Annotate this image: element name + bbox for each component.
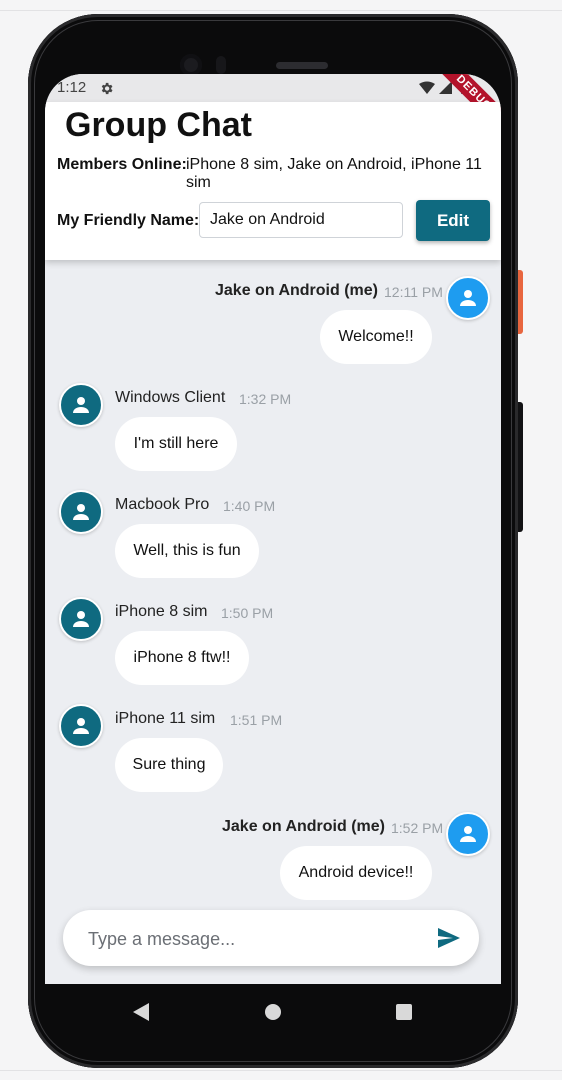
message-item: iPhone 11 sim 1:51 PM Sure thing bbox=[45, 704, 501, 804]
edit-button[interactable]: Edit bbox=[416, 200, 490, 241]
message-sender: iPhone 8 sim bbox=[115, 603, 208, 620]
person-icon bbox=[460, 290, 476, 306]
message-sender: Jake on Android (me) bbox=[215, 282, 378, 299]
person-icon bbox=[73, 718, 89, 734]
proximity-sensor bbox=[216, 56, 226, 74]
page-divider-top bbox=[0, 10, 562, 11]
message-time: 1:32 PM bbox=[239, 391, 292, 407]
message-item: iPhone 8 sim 1:50 PM iPhone 8 ftw!! bbox=[45, 597, 501, 697]
earpiece-speaker bbox=[276, 62, 328, 69]
message-bubble: iPhone 8 ftw!! bbox=[115, 631, 249, 685]
message-time: 1:50 PM bbox=[221, 605, 274, 621]
message-item: Windows Client 1:32 PM I'm still here bbox=[45, 383, 501, 483]
message-item: Jake on Android (me) 12:11 PM Welcome!! bbox=[45, 276, 501, 376]
message-item: Macbook Pro 1:40 PM Well, this is fun bbox=[45, 490, 501, 590]
person-icon bbox=[460, 826, 476, 842]
message-bubble: Welcome!! bbox=[320, 310, 432, 364]
recents-icon[interactable] bbox=[396, 1004, 412, 1020]
page-title: Group Chat bbox=[65, 106, 252, 144]
front-camera bbox=[180, 54, 202, 76]
avatar bbox=[59, 490, 103, 534]
members-online-value: iPhone 8 sim, Jake on Android, iPhone 11… bbox=[186, 156, 482, 191]
status-bar: 1:12 DEBUG bbox=[45, 74, 501, 139]
home-icon[interactable] bbox=[265, 1004, 281, 1020]
message-sender: Jake on Android (me) bbox=[222, 818, 385, 835]
message-composer bbox=[63, 910, 479, 968]
message-sender: Windows Client bbox=[115, 389, 226, 406]
system-nav-bar bbox=[45, 984, 501, 1040]
message-bubble: Well, this is fun bbox=[115, 524, 259, 578]
avatar bbox=[59, 704, 103, 748]
avatar bbox=[59, 383, 103, 427]
message-bubble: I'm still here bbox=[115, 417, 237, 471]
message-sender: Macbook Pro bbox=[115, 496, 210, 513]
avatar bbox=[446, 812, 490, 856]
power-button[interactable] bbox=[518, 270, 523, 334]
message-time: 1:52 PM bbox=[391, 820, 444, 836]
app-header: Group Chat Members Online: iPhone 8 sim,… bbox=[45, 102, 501, 260]
gear-icon bbox=[101, 82, 113, 95]
status-time: 1:12 bbox=[57, 79, 87, 96]
page-divider-bottom bbox=[0, 1070, 562, 1071]
members-online-label: Members Online: bbox=[57, 156, 187, 173]
back-icon[interactable] bbox=[132, 1002, 150, 1022]
message-bubble: Android device!! bbox=[280, 846, 432, 900]
volume-button[interactable] bbox=[518, 402, 523, 532]
avatar bbox=[446, 276, 490, 320]
person-icon bbox=[73, 611, 89, 627]
message-bubble: Sure thing bbox=[115, 738, 223, 792]
person-icon bbox=[73, 504, 89, 520]
message-time: 1:40 PM bbox=[223, 498, 276, 514]
avatar bbox=[59, 597, 103, 641]
phone-screen: 1:12 DEBUG Group Chat Members Online: iP… bbox=[45, 74, 501, 984]
message-item: Jake on Android (me) 1:52 PM Android dev… bbox=[45, 812, 501, 912]
send-icon[interactable] bbox=[437, 927, 461, 949]
message-input[interactable] bbox=[86, 910, 420, 968]
friendly-name-input[interactable] bbox=[199, 202, 403, 238]
message-time: 12:11 PM bbox=[384, 284, 443, 300]
person-icon bbox=[73, 397, 89, 413]
message-sender: iPhone 11 sim bbox=[115, 710, 216, 727]
friendly-name-label: My Friendly Name: bbox=[57, 212, 200, 229]
message-time: 1:51 PM bbox=[230, 712, 283, 728]
